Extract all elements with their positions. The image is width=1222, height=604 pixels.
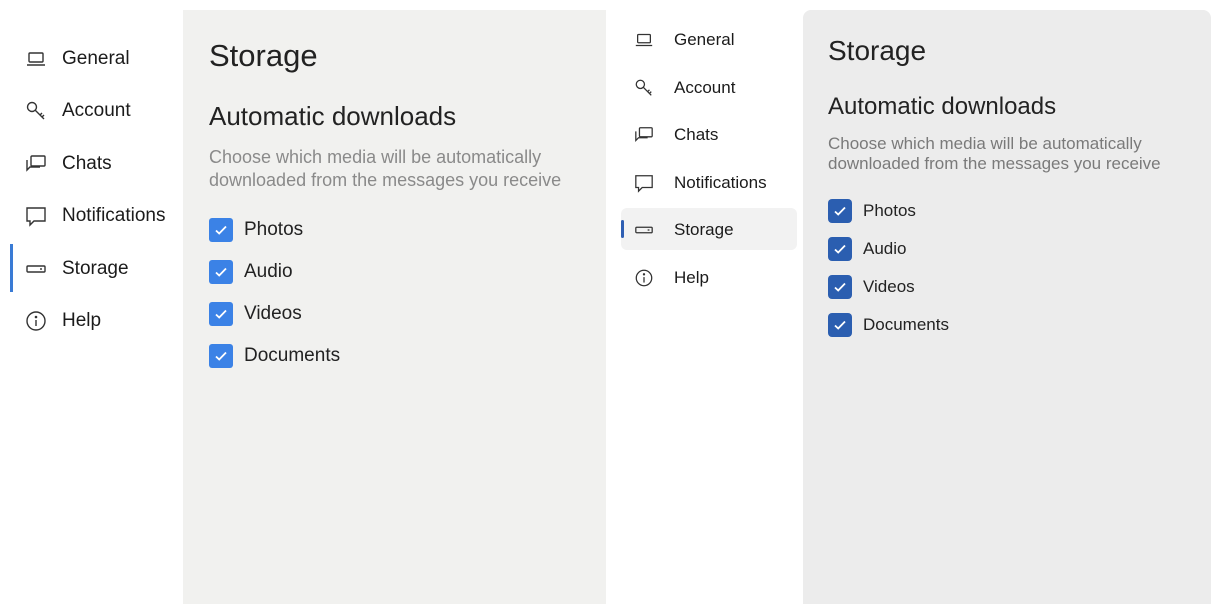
checkbox-label: Photos xyxy=(863,201,916,220)
sidebar-item-label: Notifications xyxy=(674,173,767,192)
section-description: Choose which media will be automatically… xyxy=(209,147,562,190)
settings-panel-left: General Account Chats Notifications Stor… xyxy=(0,0,606,604)
audio-checkbox-row[interactable]: Audio xyxy=(828,230,949,268)
notification-icon xyxy=(24,204,48,228)
checkmark-icon xyxy=(834,320,846,330)
audio-checkbox[interactable] xyxy=(828,237,852,261)
sidebar-item-notifications[interactable]: Notifications xyxy=(24,201,166,231)
sidebar-item-label: Storage xyxy=(62,258,129,279)
download-options: Photos Audio Videos Documents xyxy=(828,192,949,344)
sidebar-item-label: Chats xyxy=(674,125,719,144)
checkmark-icon xyxy=(215,351,227,361)
checkmark-icon xyxy=(215,267,227,277)
sidebar-item-label: General xyxy=(62,48,130,69)
checkbox-label: Documents xyxy=(863,315,949,334)
sidebar-item-label: Help xyxy=(674,268,709,287)
info-icon xyxy=(632,266,656,290)
checkbox-label: Videos xyxy=(863,277,915,296)
settings-content: Storage Automatic downloads Choose which… xyxy=(803,10,1211,604)
documents-checkbox-row[interactable]: Documents xyxy=(209,335,340,377)
section-title: Automatic downloads xyxy=(209,101,457,131)
info-icon xyxy=(24,309,48,333)
documents-checkbox-row[interactable]: Documents xyxy=(828,306,949,344)
sidebar-item-general[interactable]: General xyxy=(24,44,130,74)
sidebar-item-chats[interactable]: Chats xyxy=(632,120,718,150)
section-description: Choose which media will be automatically… xyxy=(828,134,1161,173)
checkmark-icon xyxy=(215,225,227,235)
checkbox-label: Videos xyxy=(244,303,302,324)
settings-content: Storage Automatic downloads Choose which… xyxy=(183,10,606,604)
videos-checkbox-row[interactable]: Videos xyxy=(828,268,949,306)
page-title: Storage xyxy=(828,35,927,66)
chats-icon xyxy=(632,123,656,147)
laptop-icon xyxy=(632,28,656,52)
storage-icon xyxy=(632,218,656,242)
sidebar-item-label: Account xyxy=(674,78,736,97)
settings-panel-right: General Account Chats Notifications Stor… xyxy=(616,0,1222,604)
sidebar-item-help[interactable]: Help xyxy=(24,306,101,336)
download-options: Photos Audio Videos Documents xyxy=(209,209,340,377)
photos-checkbox-row[interactable]: Photos xyxy=(828,192,949,230)
photos-checkbox-row[interactable]: Photos xyxy=(209,209,340,251)
checkmark-icon xyxy=(834,244,846,254)
videos-checkbox[interactable] xyxy=(828,275,852,299)
sidebar-item-label: Help xyxy=(62,310,102,331)
audio-checkbox-row[interactable]: Audio xyxy=(209,251,340,293)
sidebar-item-help[interactable]: Help xyxy=(632,263,709,293)
documents-checkbox[interactable] xyxy=(209,344,233,368)
sidebar-item-chats[interactable]: Chats xyxy=(24,149,112,179)
page-title: Storage xyxy=(209,38,318,73)
sidebar-item-label: General xyxy=(674,30,735,49)
sidebar-item-storage[interactable]: Storage xyxy=(632,215,734,245)
sidebar-item-label: Storage xyxy=(674,220,734,239)
checkbox-label: Audio xyxy=(863,239,907,258)
sidebar-item-account[interactable]: Account xyxy=(24,96,131,126)
selected-indicator xyxy=(10,244,13,292)
sidebar-item-notifications[interactable]: Notifications xyxy=(632,168,767,198)
notification-icon xyxy=(632,171,656,195)
checkbox-label: Photos xyxy=(244,219,304,240)
photos-checkbox[interactable] xyxy=(209,218,233,242)
checkmark-icon xyxy=(215,309,227,319)
checkmark-icon xyxy=(834,206,846,216)
photos-checkbox[interactable] xyxy=(828,199,852,223)
storage-icon xyxy=(24,257,48,281)
audio-checkbox[interactable] xyxy=(209,260,233,284)
section-title: Automatic downloads xyxy=(828,93,1057,120)
sidebar-item-label: Chats xyxy=(62,153,112,174)
sidebar-item-account[interactable]: Account xyxy=(632,73,735,103)
checkbox-label: Audio xyxy=(244,261,293,282)
chats-icon xyxy=(24,152,48,176)
sidebar-item-label: Account xyxy=(62,100,131,121)
checkbox-label: Documents xyxy=(244,345,341,366)
videos-checkbox-row[interactable]: Videos xyxy=(209,293,340,335)
sidebar-item-general[interactable]: General xyxy=(632,25,734,55)
laptop-icon xyxy=(24,47,48,71)
key-icon xyxy=(632,76,656,100)
videos-checkbox[interactable] xyxy=(209,302,233,326)
selected-indicator xyxy=(621,220,624,238)
checkmark-icon xyxy=(834,282,846,292)
sidebar-item-label: Notifications xyxy=(62,205,166,226)
key-icon xyxy=(24,99,48,123)
documents-checkbox[interactable] xyxy=(828,313,852,337)
sidebar-item-storage[interactable]: Storage xyxy=(24,254,129,284)
